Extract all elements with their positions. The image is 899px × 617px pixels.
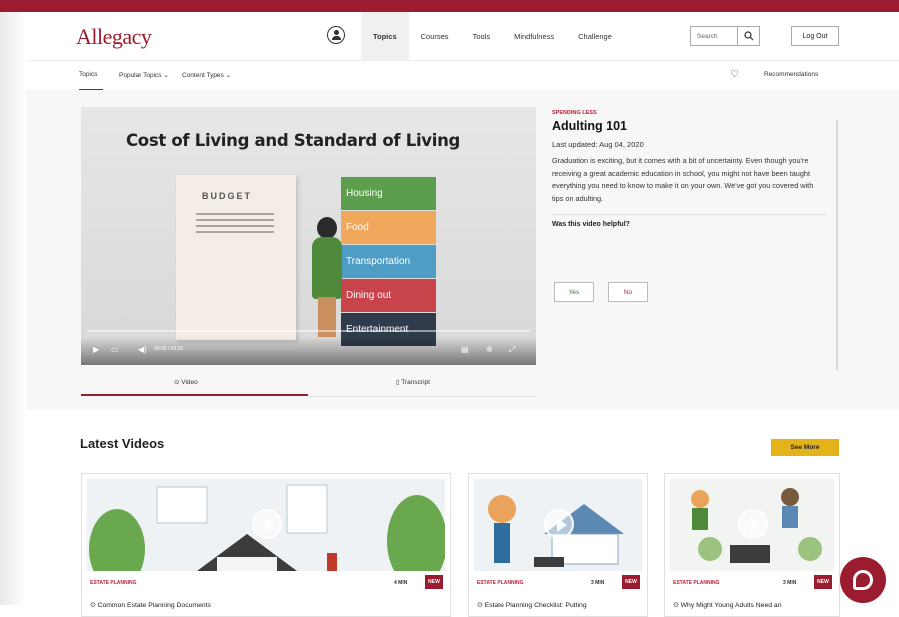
tab-video[interactable]: ⊙ Video: [174, 378, 198, 386]
card-category: ESTATE PLANNING: [90, 580, 137, 586]
category-food: Food: [341, 211, 436, 244]
logout-button[interactable]: Log Out: [791, 26, 839, 46]
helpful-yes-button[interactable]: Yes: [554, 282, 594, 302]
nav-tools[interactable]: Tools: [461, 12, 503, 60]
play-icon[interactable]: [738, 509, 768, 539]
document-icon: ▯: [396, 379, 400, 386]
subnav-popular-topics[interactable]: Popular Topics ⌄: [119, 71, 169, 79]
video-tabs: ⊙ Video ▯ Transcript: [81, 372, 536, 397]
subtitles-icon[interactable]: ▤: [461, 345, 469, 354]
captions-icon[interactable]: ▭: [111, 345, 119, 354]
budget-line: [196, 225, 274, 227]
card-length: 3 MIN: [591, 580, 605, 586]
user-account-icon[interactable]: [327, 26, 345, 44]
tab-transcript[interactable]: ▯ Transcript: [396, 378, 430, 386]
card-length: 3 MIN: [783, 580, 797, 586]
left-shadow: [0, 12, 26, 605]
budget-line: [196, 219, 274, 221]
article-panel: SPENDING LESS Adulting 101 Last updated:…: [552, 110, 827, 228]
article-date: Last updated: Aug 04, 2020: [552, 140, 644, 149]
panel-scrollbar[interactable]: [836, 120, 838, 370]
logo-text: Allegacy: [76, 24, 152, 49]
nav-mindfulness[interactable]: Mindfulness: [502, 12, 566, 60]
search-icon[interactable]: [738, 26, 760, 46]
card-title[interactable]: ⊙ Common Estate Planning Documents: [90, 601, 211, 609]
brand-top-bar: [0, 0, 899, 12]
play-icon[interactable]: [544, 509, 574, 539]
play-circle-icon: ⊙: [174, 379, 180, 386]
subnav-topics[interactable]: Topics: [79, 71, 97, 78]
divider: [552, 214, 827, 215]
heart-icon[interactable]: ♡: [730, 69, 739, 80]
new-badge: NEW: [425, 575, 443, 589]
fullscreen-icon[interactable]: ⤢: [509, 345, 515, 355]
see-more-button[interactable]: See More: [771, 439, 839, 456]
nav-courses[interactable]: Courses: [409, 12, 461, 60]
video-frame-title: Cost of Living and Standard of Living: [126, 131, 461, 150]
category-transportation: Transportation: [341, 245, 436, 278]
tab-active-indicator: [81, 394, 308, 396]
page-frame: Allegacy Topics Courses Tools Mindfulnes…: [26, 12, 899, 617]
video-player[interactable]: Cost of Living and Standard of Living BU…: [81, 107, 536, 365]
card-title[interactable]: ⊙ Why Might Young Adults Need an: [673, 601, 781, 609]
nav-topics[interactable]: Topics: [361, 12, 409, 60]
helpful-question: Was this video helpful?: [552, 221, 630, 228]
video-card[interactable]: ESTATE PLANNING 3 MIN NEW ⊙ Why Might Yo…: [664, 473, 840, 617]
volume-icon[interactable]: ◀): [138, 345, 147, 354]
budget-label: BUDGET: [202, 191, 252, 201]
video-thumbnail[interactable]: [670, 479, 834, 571]
video-thumbnail[interactable]: [474, 479, 642, 571]
video-thumbnail[interactable]: [87, 479, 445, 571]
play-icon[interactable]: ▶: [93, 345, 99, 354]
chat-widget-button[interactable]: [840, 557, 886, 603]
chat-bubble-icon: [853, 570, 873, 590]
article-title: Adulting 101: [552, 119, 628, 133]
new-badge: NEW: [814, 575, 832, 589]
article-description: Graduation is exciting, but it comes wit…: [552, 156, 814, 203]
nav-challenge[interactable]: Challenge: [566, 12, 624, 60]
category-housing: Housing: [341, 177, 436, 210]
card-title[interactable]: ⊙ Estate Planning Checklist: Putting: [477, 601, 587, 609]
helpful-no-button[interactable]: No: [608, 282, 648, 302]
card-length: 4 MIN: [394, 580, 408, 586]
article-category[interactable]: SPENDING LESS: [552, 110, 827, 116]
video-card[interactable]: ESTATE PLANNING 4 MIN NEW ⊙ Common Estat…: [81, 473, 451, 617]
new-badge: NEW: [622, 575, 640, 589]
budget-line: [196, 213, 274, 215]
search-input[interactable]: Search: [690, 26, 738, 46]
tab-video-label: Video: [181, 379, 198, 386]
settings-gear-icon[interactable]: ✲: [486, 345, 493, 354]
video-progress-bar[interactable]: [87, 330, 530, 332]
latest-videos-heading: Latest Videos: [80, 436, 165, 451]
card-category: ESTATE PLANNING: [477, 580, 524, 586]
main-nav: Topics Courses Tools Mindfulness Challen…: [361, 12, 624, 60]
category-dining-out: Dining out: [341, 279, 436, 312]
play-icon[interactable]: [252, 509, 282, 539]
video-time: 00:00 / 03:26: [154, 346, 184, 352]
tab-transcript-label: Transcript: [401, 379, 430, 386]
sub-nav: Topics Popular Topics ⌄ Content Types ⌄ …: [26, 60, 899, 91]
recommendations-link[interactable]: Recommendations: [764, 71, 818, 78]
budget-illustration: BUDGET: [176, 175, 296, 340]
allegacy-logo[interactable]: Allegacy: [70, 18, 152, 50]
card-category: ESTATE PLANNING: [673, 580, 720, 586]
person-illustration: [309, 217, 343, 337]
video-card[interactable]: ESTATE PLANNING 3 MIN NEW ⊙ Estate Plann…: [468, 473, 648, 617]
tab-divider: [308, 396, 536, 397]
budget-line: [196, 231, 274, 233]
subnav-content-types[interactable]: Content Types ⌄: [182, 71, 231, 79]
